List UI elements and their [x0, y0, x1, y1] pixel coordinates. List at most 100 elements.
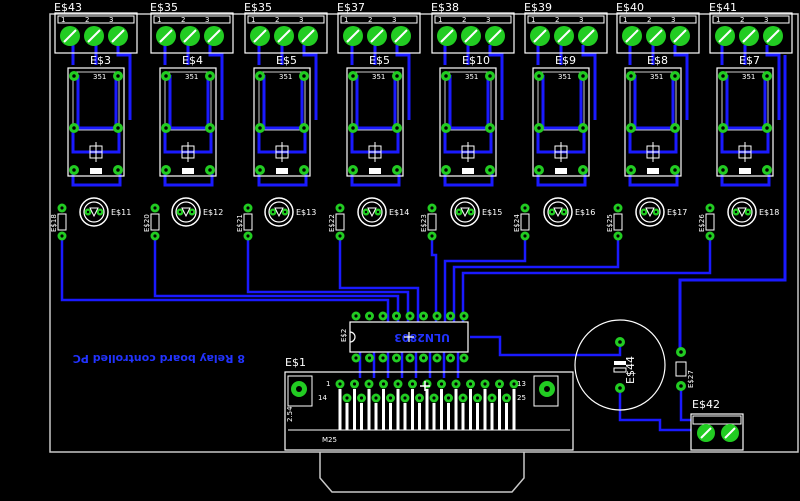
pad-hole — [381, 314, 385, 318]
terminal-pin-label: 3 — [579, 16, 583, 24]
pad-hole — [497, 382, 502, 386]
pad-hole — [629, 74, 633, 78]
pad-hole — [523, 206, 527, 210]
ic-notch — [349, 331, 356, 343]
resistor-ref-6: E$24 — [513, 214, 521, 232]
terminal-cap — [434, 15, 512, 24]
pad-hole — [490, 396, 494, 400]
pad-hole — [338, 234, 342, 238]
pad-hole — [258, 168, 262, 172]
pad-hole — [454, 382, 458, 386]
pad-hole — [72, 168, 76, 172]
terminal-ref-6: E$39 — [524, 1, 552, 14]
pad-hole — [504, 396, 509, 400]
pad-hole — [673, 126, 677, 130]
pad-hole — [153, 234, 157, 238]
pad-hole — [178, 210, 182, 214]
pad-hole — [395, 168, 399, 172]
led-ref-1: E$11 — [111, 208, 131, 217]
resistor-body — [613, 213, 623, 231]
terminal-ref-4: E$37 — [337, 1, 365, 14]
pad-hole — [581, 126, 585, 130]
pad-hole — [765, 126, 769, 130]
connector-ref: E$1 — [285, 356, 306, 369]
pad-hole — [523, 234, 527, 238]
pad-hole — [153, 206, 157, 210]
pad-hole — [421, 356, 426, 360]
resistor-body — [705, 213, 715, 231]
trace — [338, 236, 420, 322]
pad-hole — [435, 314, 439, 318]
connector-pin-13: 13 — [517, 380, 526, 388]
pad-hole — [351, 168, 355, 172]
relay-diode-band — [276, 168, 288, 174]
trace — [355, 75, 397, 130]
resistor-ref-8: E$26 — [698, 214, 706, 232]
relay-marking: 351 — [742, 73, 755, 81]
pad-hole — [367, 356, 372, 360]
trace — [541, 75, 583, 130]
trace — [76, 75, 118, 130]
pad-hole — [116, 74, 120, 78]
relay-marking: 351 — [185, 73, 198, 81]
pad-hole — [448, 314, 453, 318]
resistor-ref-7: E$25 — [606, 214, 614, 232]
terminal-pin-label: 2 — [368, 16, 372, 24]
relay-ref-3: E$5 — [276, 54, 297, 67]
relay-diode-band — [90, 168, 102, 174]
pad-hole — [359, 396, 364, 400]
terminal-e42: E$42 — [690, 398, 744, 451]
terminal-cap — [57, 15, 135, 24]
pad-hole — [765, 168, 769, 172]
pad-hole — [642, 210, 646, 214]
terminal-pin-label: 1 — [438, 16, 442, 24]
pad-hole — [351, 126, 355, 130]
pad-hole — [258, 126, 262, 130]
pad-hole — [708, 234, 712, 238]
relay-diode-band — [555, 168, 567, 174]
relay-column-2: E$35 1 2 3 E$4 351 E$20 E$12 — [143, 1, 234, 241]
pad-hole — [430, 206, 434, 210]
trace — [470, 335, 622, 357]
pad-hole — [208, 168, 212, 172]
pad-hole — [488, 126, 492, 130]
pad-hole — [408, 314, 412, 318]
pad-hole — [381, 382, 386, 386]
terminal-cap — [712, 15, 790, 24]
led-ref-6: E$16 — [575, 208, 595, 217]
terminal-cap — [247, 15, 325, 24]
terminal-ref-3: E$35 — [244, 1, 272, 14]
pad-hole — [374, 396, 378, 400]
trace — [246, 236, 410, 322]
led-ref-8: E$18 — [759, 208, 779, 217]
led-ref-2: E$12 — [203, 208, 223, 217]
relay-ref-5: E$10 — [462, 54, 490, 67]
led-ref-3: E$13 — [296, 208, 316, 217]
pad-hole — [376, 210, 380, 214]
board-title: 8 Relay board controlled PC — [73, 352, 245, 365]
pad-hole — [190, 210, 194, 214]
pad-hole — [439, 382, 444, 386]
resistor-e27-ref: E$27 — [687, 370, 695, 388]
terminal-cap — [619, 15, 697, 24]
pad-hole — [483, 382, 487, 386]
pad-hole — [408, 356, 412, 360]
terminal-ref-2: E$35 — [150, 1, 178, 14]
pad-hole — [246, 206, 250, 210]
pad-hole — [72, 74, 76, 78]
trace — [452, 236, 620, 322]
pad-hole — [550, 210, 554, 214]
relay-marking: 351 — [279, 73, 292, 81]
pad-hole — [461, 396, 465, 400]
terminal-pin-label: 2 — [555, 16, 559, 24]
terminal-ref-5: E$38 — [431, 1, 459, 14]
pad-hole — [673, 168, 677, 172]
pad-hole — [734, 210, 738, 214]
resistor-ref-1: E$18 — [50, 214, 58, 232]
terminal-pin-label: 3 — [486, 16, 490, 24]
pad-hole — [488, 74, 492, 78]
pad-hole — [164, 74, 168, 78]
pad-hole — [448, 356, 453, 360]
pad-hole — [708, 206, 712, 210]
relay-ref-7: E$8 — [647, 54, 668, 67]
